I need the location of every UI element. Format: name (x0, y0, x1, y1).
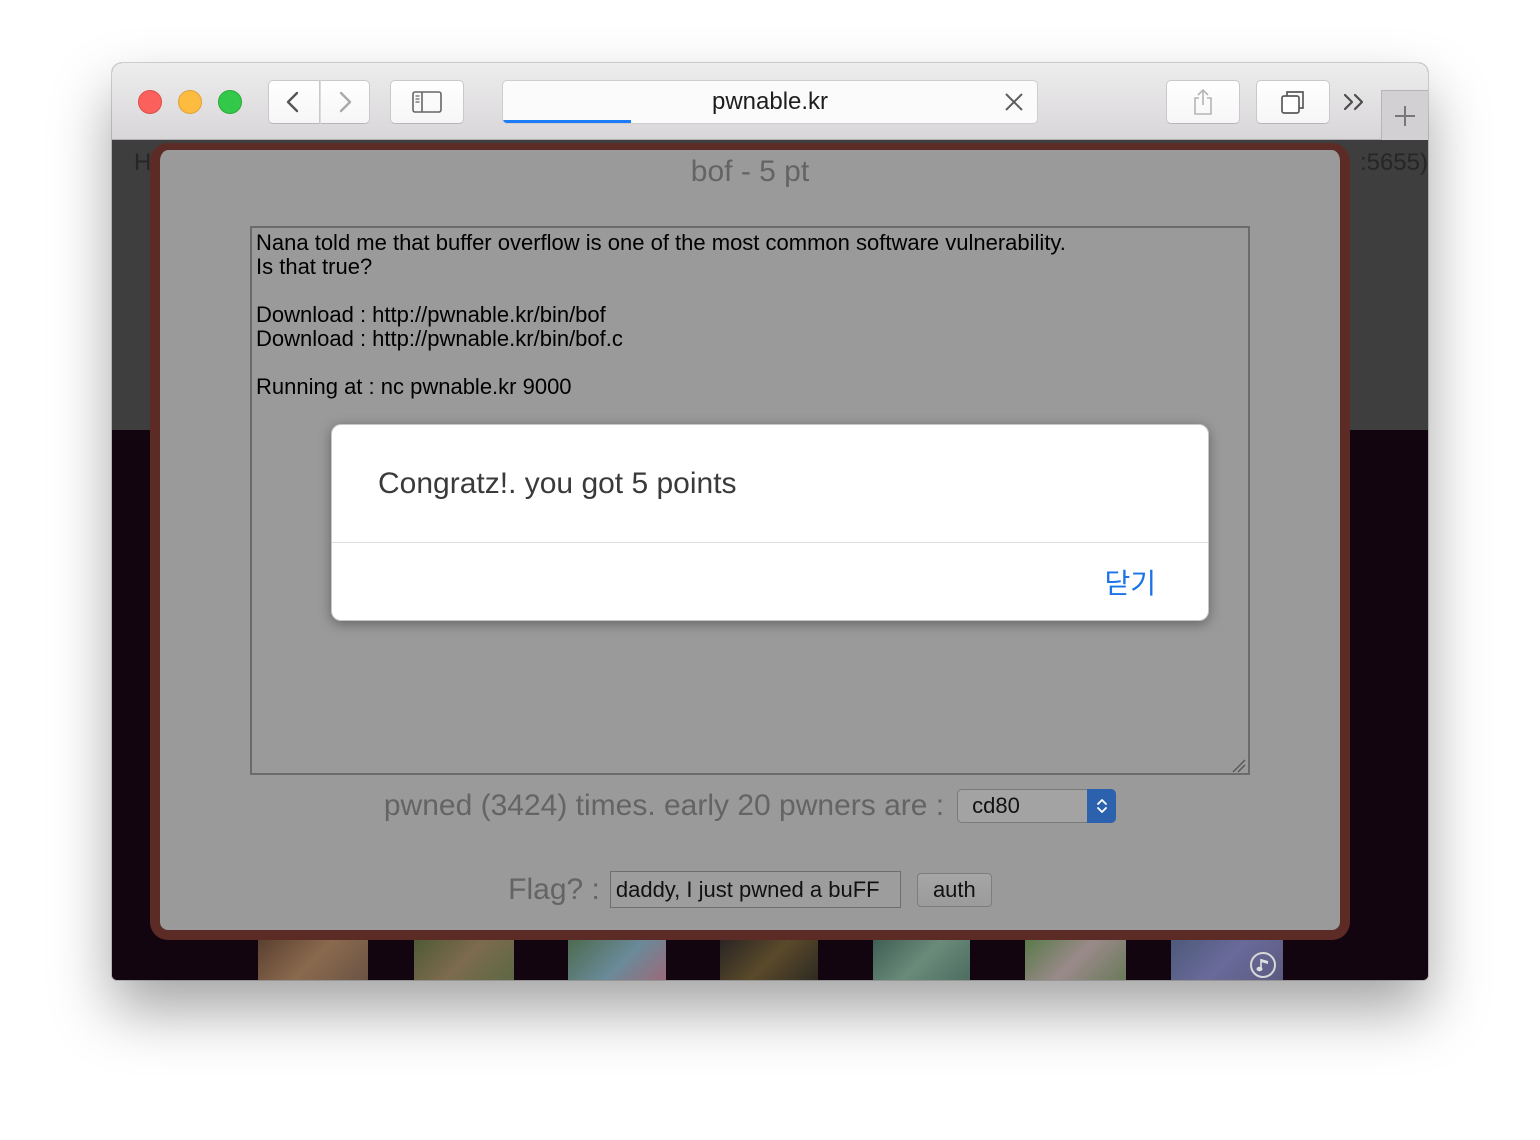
resize-grip-icon (1232, 759, 1246, 773)
challenge-thumbnail[interactable] (258, 940, 368, 980)
challenge-thumbnail[interactable] (1171, 940, 1283, 980)
challenge-thumbnail[interactable] (720, 940, 818, 980)
early-pwners-select[interactable]: cd80 (957, 789, 1117, 823)
alert-divider (332, 542, 1208, 543)
zoom-window-icon[interactable] (218, 90, 242, 114)
alert-close-button[interactable]: 닫기 (1102, 543, 1158, 621)
auth-button[interactable]: auth (916, 872, 992, 907)
challenge-thumbnail[interactable] (1025, 940, 1126, 980)
page-content: H :5655) bof - 5 pt Nana told me that bu… (112, 140, 1428, 980)
pwned-row: pwned (3424) times. early 20 pwners are … (160, 789, 1340, 823)
back-button[interactable] (268, 80, 320, 124)
show-all-tabs-button[interactable] (1256, 80, 1330, 124)
tabs-overview-icon (1281, 91, 1304, 114)
alert-dialog: Congratz!. you got 5 points 닫기 (331, 424, 1209, 621)
challenge-thumbnail[interactable] (414, 940, 514, 980)
address-bar[interactable]: pwnable.kr (502, 80, 1038, 124)
plus-icon (1395, 105, 1415, 126)
browser-toolbar: pwnable.kr (112, 63, 1428, 140)
chevron-updown-icon (1096, 799, 1107, 813)
header-text-right: :5655) (1359, 149, 1428, 176)
back-chevron-icon (286, 91, 299, 113)
share-icon (1194, 88, 1212, 115)
alert-message: Congratz!. you got 5 points (378, 466, 737, 500)
music-note-icon (1256, 959, 1268, 972)
flag-label: Flag? : (508, 872, 600, 906)
music-toggle[interactable] (1250, 952, 1276, 978)
close-window-icon[interactable] (138, 90, 162, 114)
flag-input[interactable] (609, 871, 901, 908)
clear-url-icon (1005, 93, 1023, 111)
new-tab-button[interactable] (1381, 90, 1428, 140)
resize-handle[interactable] (1232, 759, 1246, 773)
sidebar-icon (412, 91, 442, 113)
minimize-window-icon[interactable] (178, 90, 202, 114)
overflow-chevrons-icon (1343, 93, 1364, 111)
challenge-thumbnail[interactable] (873, 940, 970, 980)
forward-button[interactable] (320, 80, 370, 124)
browser-window: pwnable.kr H :5655) bof - 5 pt Nana told… (112, 63, 1428, 980)
flag-row: Flag? : auth (160, 871, 1340, 908)
forward-chevron-icon (339, 91, 352, 113)
toolbar-overflow-button[interactable] (1340, 89, 1370, 115)
stop-loading-button[interactable] (1003, 91, 1025, 113)
address-text[interactable]: pwnable.kr (503, 81, 1037, 123)
select-stepper (1087, 789, 1117, 823)
challenge-thumbnail[interactable] (568, 940, 666, 980)
challenge-title: bof - 5 pt (690, 155, 810, 188)
share-button[interactable] (1166, 80, 1240, 124)
page-load-progress (503, 120, 632, 123)
sidebar-button[interactable] (390, 80, 464, 124)
early-pwners-selected: cd80 (972, 793, 1020, 818)
header-text-left: H (134, 149, 152, 176)
pwned-count-text: pwned (3424) times. early 20 pwners are … (383, 789, 945, 822)
